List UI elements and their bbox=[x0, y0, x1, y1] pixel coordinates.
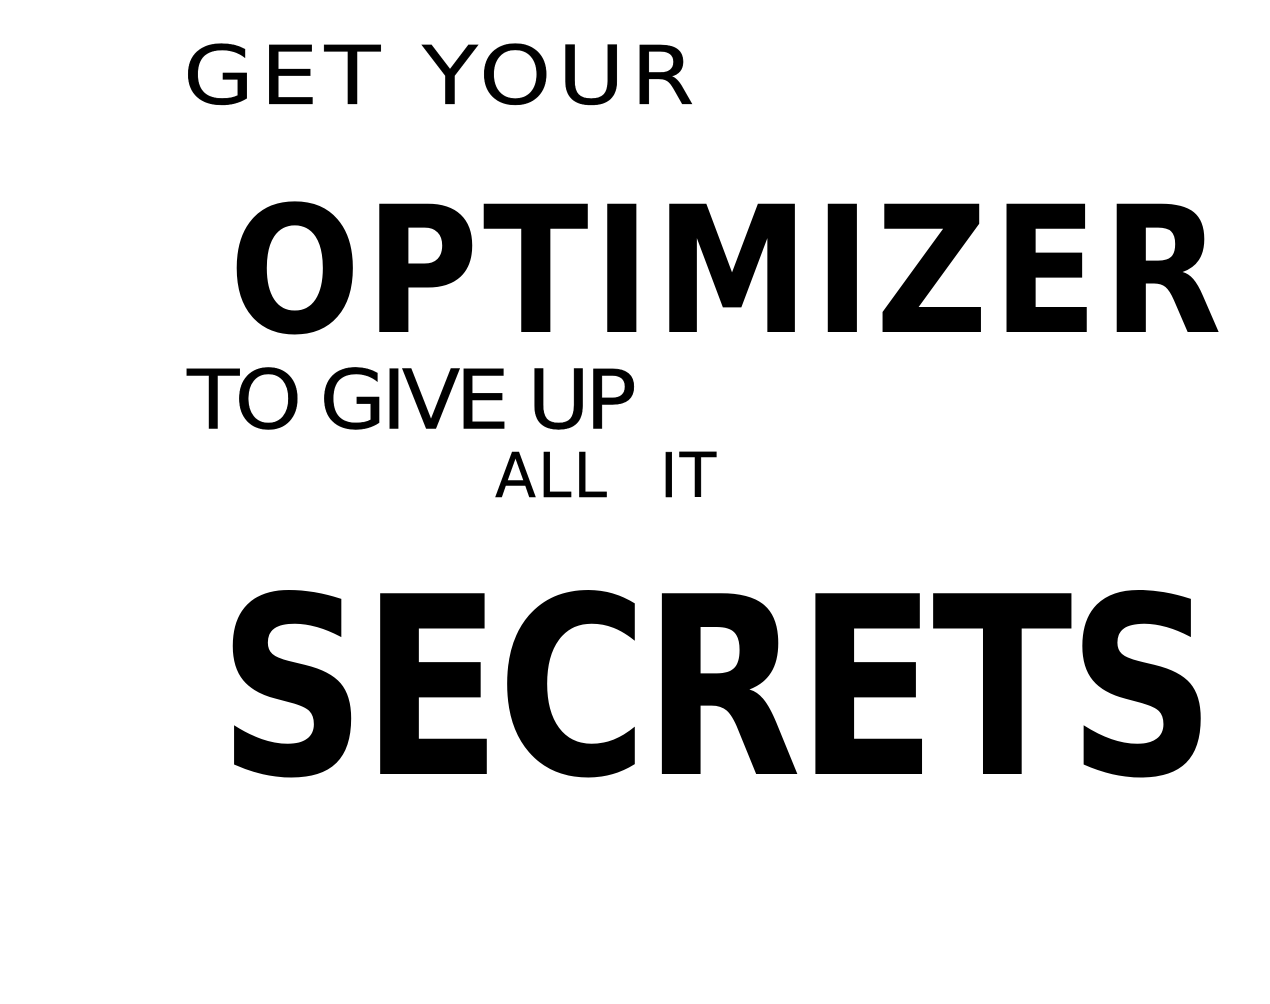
handwritten-line-get-your: GET YOUR bbox=[183, 28, 701, 124]
handwritten-word-optimizer: OPTIMIZER bbox=[229, 169, 1227, 374]
handwritten-line-to-give-up: TO GIVE UP bbox=[187, 353, 637, 449]
drawing-canvas: GET YOUR OPTIMIZER TO GIVE UP ALL IT SEC… bbox=[0, 0, 1270, 1004]
handwritten-word-secrets: SECRETS bbox=[218, 545, 1216, 833]
handwritten-line-all-it: ALL IT bbox=[495, 440, 719, 513]
